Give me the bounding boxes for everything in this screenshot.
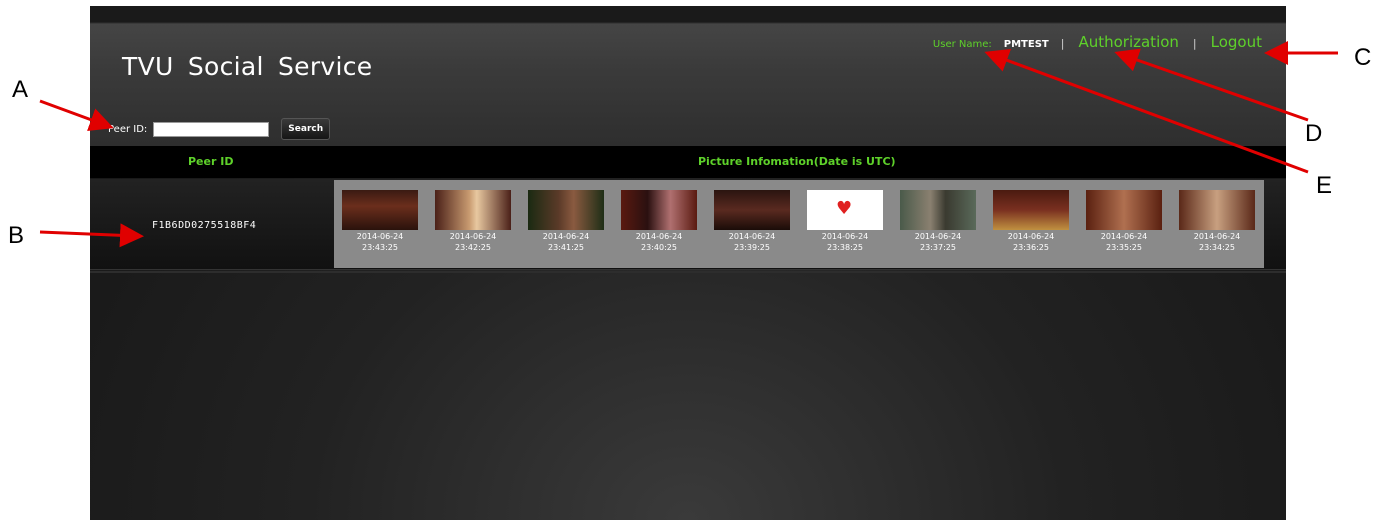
callout-c: C xyxy=(1354,44,1372,71)
callout-b: B xyxy=(8,222,25,249)
callout-e: E xyxy=(1316,172,1333,199)
arrow-d xyxy=(1114,48,1309,122)
annotated-screenshot: TVU Social Service User Name: PMTEST | A… xyxy=(0,0,1387,520)
arrow-a xyxy=(39,99,114,132)
arrow-e xyxy=(984,49,1309,174)
callout-a: A xyxy=(12,76,29,103)
callout-d: D xyxy=(1305,120,1323,147)
arrow-b xyxy=(39,223,144,248)
annotation-arrows xyxy=(39,41,1338,248)
